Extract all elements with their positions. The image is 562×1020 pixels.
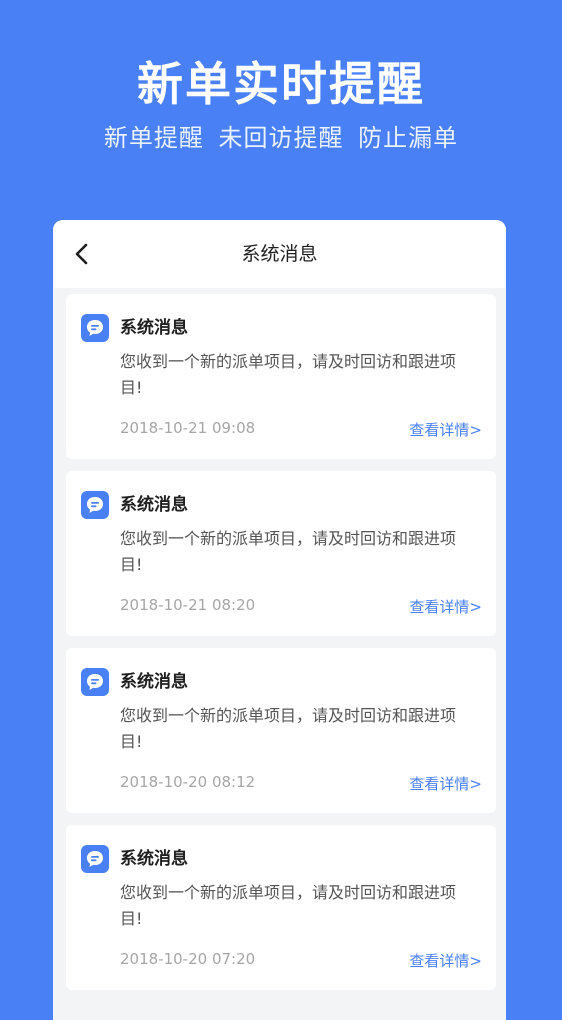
phone-screen: 系统消息 系统消息 您收到一个新的派单项目，请及时回访和跟进项目! 2018-1… [53,220,506,1020]
message-title: 系统消息 [120,495,188,515]
message-body: 您收到一个新的派单项目，请及时回访和跟进项目! [120,352,457,397]
message-body: 您收到一个新的派单项目，请及时回访和跟进项目! [120,706,457,751]
message-timestamp: 2018-10-20 08:12 [120,773,256,791]
message-title: 系统消息 [120,849,188,869]
message-title: 系统消息 [120,318,188,338]
message-card[interactable]: 系统消息 您收到一个新的派单项目，请及时回访和跟进项目! 2018-10-21 … [66,294,496,459]
hero-subtitle: 新单提醒 未回访提醒 防止漏单 [103,124,459,152]
message-list: 系统消息 您收到一个新的派单项目，请及时回访和跟进项目! 2018-10-21 … [66,294,496,1002]
chat-bubble-icon [81,845,109,873]
message-card[interactable]: 系统消息 您收到一个新的派单项目，请及时回访和跟进项目! 2018-10-21 … [66,471,496,636]
message-card[interactable]: 系统消息 您收到一个新的派单项目，请及时回访和跟进项目! 2018-10-20 … [66,648,496,813]
message-timestamp: 2018-10-20 07:20 [120,950,256,968]
view-details-link[interactable]: 查看详情> [409,772,482,796]
view-details-link[interactable]: 查看详情> [409,949,482,973]
message-body: 您收到一个新的派单项目，请及时回访和跟进项目! [120,883,457,928]
message-timestamp: 2018-10-21 08:20 [120,596,256,614]
hero-title: 新单实时提醒 [137,57,425,111]
message-title: 系统消息 [120,672,188,692]
chat-bubble-icon [81,491,109,519]
chat-bubble-icon [81,668,109,696]
nav-bar: 系统消息 [53,220,506,288]
view-details-link[interactable]: 查看详情> [409,595,482,619]
view-details-link[interactable]: 查看详情> [409,418,482,442]
chat-bubble-icon [81,314,109,342]
message-card[interactable]: 系统消息 您收到一个新的派单项目，请及时回访和跟进项目! 2018-10-20 … [66,825,496,990]
message-timestamp: 2018-10-21 09:08 [120,419,256,437]
nav-title: 系统消息 [241,243,318,265]
message-body: 您收到一个新的派单项目，请及时回访和跟进项目! [120,529,457,574]
